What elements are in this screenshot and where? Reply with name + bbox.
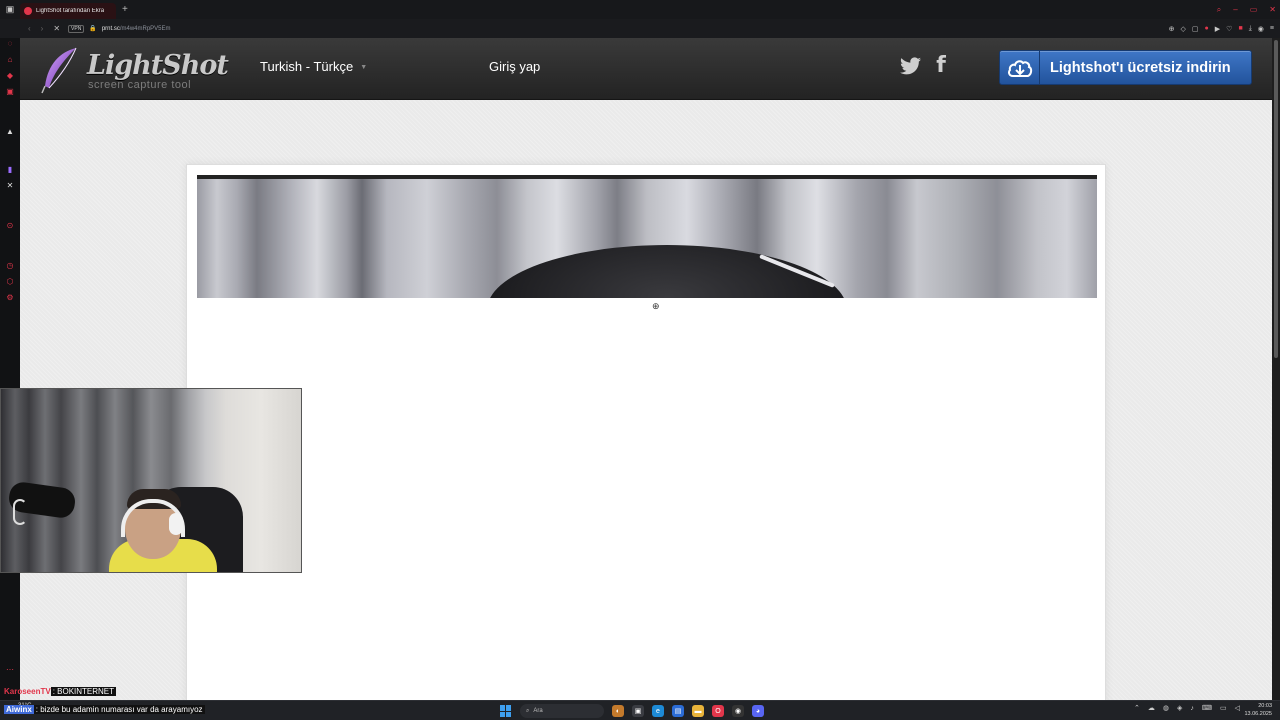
chat-text: : BOKINTERNET xyxy=(50,687,117,696)
forward-icon[interactable]: › xyxy=(41,24,44,33)
stop-loading-icon[interactable]: ✕ xyxy=(53,24,60,33)
clock[interactable]: 20:03 13.06.2025 xyxy=(1244,702,1272,718)
sidebar-twitch-icon[interactable]: ▮ xyxy=(5,164,15,174)
windows-start-icon[interactable] xyxy=(500,705,512,717)
snapshot-icon[interactable]: ▢ xyxy=(1192,25,1199,33)
volume-icon[interactable]: ◁ xyxy=(1235,704,1240,712)
sidebar-x-icon[interactable]: ✕ xyxy=(5,180,15,190)
sidebar-more-icon[interactable]: ⋯ xyxy=(5,664,15,674)
webpage: LightShot screen capture tool Turkish - … xyxy=(20,38,1272,700)
webcam-overlay xyxy=(0,388,302,573)
keyboard-icon[interactable]: ⌨ xyxy=(1202,704,1212,712)
chevron-up-icon[interactable]: ⌃ xyxy=(1134,704,1140,712)
taskbar-widget-icon[interactable]: ◐ xyxy=(612,705,624,717)
ad-block-icon[interactable]: ● xyxy=(1205,25,1209,32)
screenshot-image[interactable] xyxy=(197,175,1097,298)
profile-icon[interactable]: ◉ xyxy=(1258,25,1264,33)
chevron-down-icon: ▼ xyxy=(360,64,368,71)
network-icon[interactable]: ▭ xyxy=(1220,704,1227,712)
new-tab-button[interactable]: + xyxy=(122,4,128,15)
sidebar-game-icon[interactable]: ◆ xyxy=(5,70,15,80)
menu-icon[interactable]: ≡ xyxy=(1270,25,1274,32)
search-icon: ⌕ xyxy=(526,707,530,714)
download-icon[interactable]: ⤓ xyxy=(1249,25,1252,33)
sidebar-home-icon[interactable]: ◌ xyxy=(5,38,15,48)
opera-sidebar: ◌ ⌂ ◆ ▣ ▲ ▮ ✕ ⊙ ◷ ⬡ ⚙ ⋯ xyxy=(0,38,20,700)
chat-message: Aiwinx: bizde bu adamin numarası var da … xyxy=(4,705,205,714)
taskbar-taskview-icon[interactable]: ▣ xyxy=(632,705,644,717)
obs-icon[interactable]: ◉ xyxy=(732,705,744,717)
login-link[interactable]: Giriş yap xyxy=(489,59,540,74)
scrollbar-thumb[interactable] xyxy=(1274,40,1278,358)
facebook-icon[interactable]: f xyxy=(934,55,948,77)
opera-gx-icon[interactable]: O xyxy=(712,705,724,717)
tab-lightshot[interactable]: LightShot tarafından Ekra xyxy=(20,3,116,19)
headset-earcup xyxy=(169,513,183,535)
twitter-icon[interactable] xyxy=(900,57,921,75)
clock-time: 20:03 xyxy=(1258,703,1272,709)
url-field[interactable]: VPN 🔒 prnt.sc/m4w4mRpPV5Em xyxy=(68,24,171,33)
cloud-icon[interactable]: ☁ xyxy=(1148,704,1155,712)
desktop: ▣ LightShot tarafından Ekra + ⌕ – ▭ ✕ ‹ … xyxy=(0,0,1280,720)
language-selector[interactable]: Turkish - Türkçe ▼ xyxy=(260,59,367,74)
edge-icon[interactable]: e xyxy=(652,705,664,717)
system-tray: ⌃ ☁ ◍ ◈ ♪ ⌨ ▭ ◁ xyxy=(1134,704,1240,713)
logo-subtitle: screen capture tool xyxy=(88,79,192,91)
address-bar: ‹ › ✕ VPN 🔒 prnt.sc/m4w4mRpPV5Em ⊕ ◇ ▢ ●… xyxy=(0,19,1280,38)
download-button-label: Lightshot'ı ücretsiz indirin xyxy=(1050,59,1231,76)
play-icon[interactable]: ▶ xyxy=(1215,25,1220,33)
zoom-cursor-icon: ⊕ xyxy=(652,301,660,311)
shield-icon[interactable]: ◈ xyxy=(1177,704,1182,712)
heart-icon[interactable]: ♡ xyxy=(1226,25,1232,33)
discord-icon[interactable]: ◕ xyxy=(752,705,764,717)
zoom-icon[interactable]: ⊕ xyxy=(1169,25,1175,33)
feather-icon xyxy=(41,47,77,94)
tab-label: LightShot tarafından Ekra xyxy=(36,8,105,14)
clock-date: 13.06.2025 xyxy=(1244,711,1272,717)
back-icon[interactable]: ‹ xyxy=(28,24,31,33)
explorer-icon[interactable]: ▬ xyxy=(692,705,704,717)
close-button[interactable]: ✕ xyxy=(1269,5,1276,14)
mic-icon[interactable]: ♪ xyxy=(1190,705,1194,712)
cloud-download-icon xyxy=(1000,51,1040,84)
sidebar-history-icon[interactable]: ◷ xyxy=(5,260,15,270)
screenshot-frame xyxy=(186,164,1106,700)
address-bar-actions: ⊕ ◇ ▢ ● ▶ ♡ ■ ⤓ ◉ ≡ xyxy=(1169,19,1274,38)
browser-tab-bar: ▣ LightShot tarafından Ekra + ⌕ – ▭ ✕ xyxy=(0,0,1280,19)
sidebar-shop-icon[interactable]: ⌂ xyxy=(5,54,15,64)
sidebar-gear-icon[interactable]: ⚙ xyxy=(5,292,15,302)
sidebar-news-icon[interactable]: ▣ xyxy=(5,86,15,96)
lock-icon[interactable]: 🔒 xyxy=(89,25,96,32)
sidebar-settings-icon[interactable]: ⊙ xyxy=(5,220,15,230)
chat-text: : bizde bu adamin numarası var da arayam… xyxy=(33,705,205,714)
url-text[interactable]: prnt.sc/m4w4mRpPV5Em xyxy=(102,26,171,32)
extension-icon[interactable]: ■ xyxy=(1238,25,1242,32)
nav-buttons: ‹ › ✕ xyxy=(0,24,60,33)
microphone-mount xyxy=(13,499,27,525)
taskbar-search[interactable]: ⌕ Ara xyxy=(520,704,604,718)
search-label: Ara xyxy=(533,708,543,714)
maximize-button[interactable]: ▭ xyxy=(1250,5,1258,14)
logo-title: LightShot xyxy=(87,50,229,81)
chat-message: KaroseenTV: BOKINTERNET xyxy=(4,687,117,696)
vpn-badge[interactable]: VPN xyxy=(68,24,85,33)
sidebar-aria-icon[interactable]: ▲ xyxy=(5,126,15,136)
lightshot-header: LightShot screen capture tool Turkish - … xyxy=(20,38,1272,100)
tab-menu-icon[interactable]: ▣ xyxy=(0,0,20,19)
download-button[interactable]: Lightshot'ı ücretsiz indirin xyxy=(999,50,1252,85)
search-tabs-icon[interactable]: ⌕ xyxy=(1217,5,1221,15)
store-icon[interactable]: ▤ xyxy=(672,705,684,717)
bookmark-icon[interactable]: ◇ xyxy=(1181,25,1186,33)
language-label: Turkish - Türkçe xyxy=(260,59,354,74)
minimize-button[interactable]: – xyxy=(1233,5,1237,14)
lightshot-logo[interactable]: LightShot screen capture tool xyxy=(40,46,229,94)
chat-username: Aiwinx xyxy=(4,705,34,714)
chat-username: KaroseenTV xyxy=(4,687,51,696)
sidebar-extensions-icon[interactable]: ⬡ xyxy=(5,276,15,286)
page-scrollbar[interactable] xyxy=(1272,38,1280,700)
opera-tab-icon xyxy=(24,7,32,15)
tray-app-icon[interactable]: ◍ xyxy=(1163,704,1169,712)
window-controls: ⌕ – ▭ ✕ xyxy=(1217,0,1276,19)
taskbar-apps: ⌕ Ara ◐ ▣ e ▤ ▬ O ◉ ◕ xyxy=(500,702,764,720)
